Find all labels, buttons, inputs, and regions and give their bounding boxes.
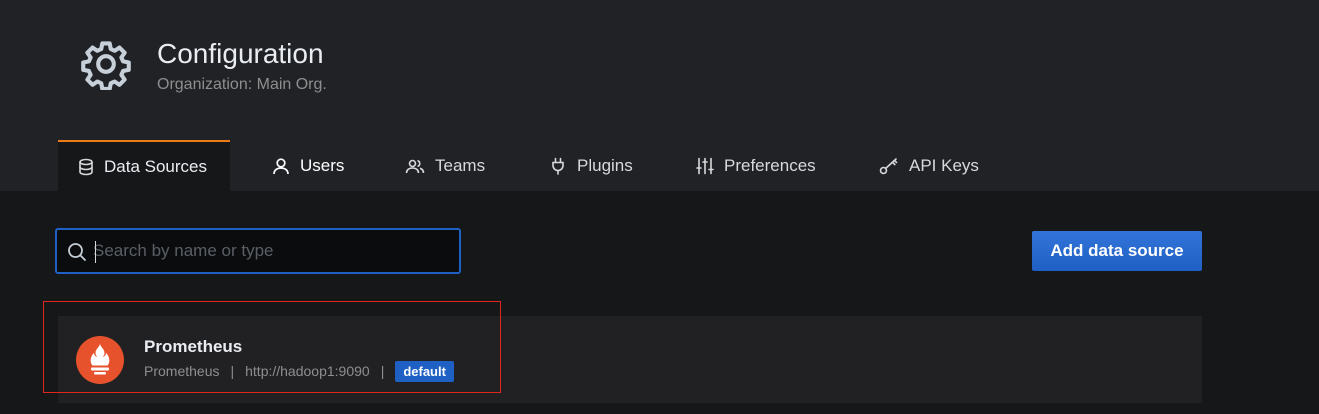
page-header: Configuration Organization: Main Org. Da…	[0, 0, 1319, 191]
tab-label: Preferences	[724, 155, 816, 175]
tab-label: Users	[300, 155, 345, 175]
datasource-name: Prometheus	[144, 337, 243, 356]
default-badge: default	[395, 360, 454, 382]
tab-preferences[interactable]: Preferences	[696, 140, 816, 191]
text-cursor	[95, 241, 96, 263]
search-icon	[68, 243, 86, 261]
page-subtitle: Organization: Main Org.	[157, 76, 327, 93]
tab-api-keys[interactable]: API Keys	[879, 140, 979, 191]
user-icon	[273, 157, 289, 174]
page-title: Configuration	[157, 38, 324, 69]
separator: |	[380, 363, 385, 379]
datasource-url: http://hadoop1:9090	[245, 363, 370, 379]
database-icon	[79, 158, 93, 175]
plug-icon	[552, 157, 564, 175]
tab-label: API Keys	[909, 155, 979, 175]
separator: |	[230, 363, 235, 379]
key-icon	[879, 157, 898, 174]
tab-label: Teams	[435, 155, 486, 175]
datasource-card[interactable]: Prometheus Prometheus | http://hadoop1:9…	[58, 316, 1202, 403]
tab-plugins[interactable]: Plugins	[549, 140, 633, 191]
datasource-type: Prometheus	[144, 363, 220, 379]
users-icon	[405, 159, 425, 173]
search-box[interactable]	[55, 228, 461, 274]
sliders-icon	[696, 157, 714, 174]
tab-data-sources[interactable]: Data Sources	[58, 140, 230, 191]
prometheus-logo-icon	[76, 336, 124, 384]
tab-label: Data Sources	[104, 156, 207, 176]
tab-teams[interactable]: Teams	[405, 140, 485, 191]
tab-users[interactable]: Users	[272, 140, 344, 191]
datasource-meta: Prometheus | http://hadoop1:9090 | defau…	[144, 360, 454, 382]
gear-icon	[81, 41, 131, 90]
tab-label: Plugins	[577, 155, 633, 175]
search-input[interactable]	[93, 240, 453, 262]
add-data-source-button[interactable]: Add data source	[1032, 231, 1202, 271]
